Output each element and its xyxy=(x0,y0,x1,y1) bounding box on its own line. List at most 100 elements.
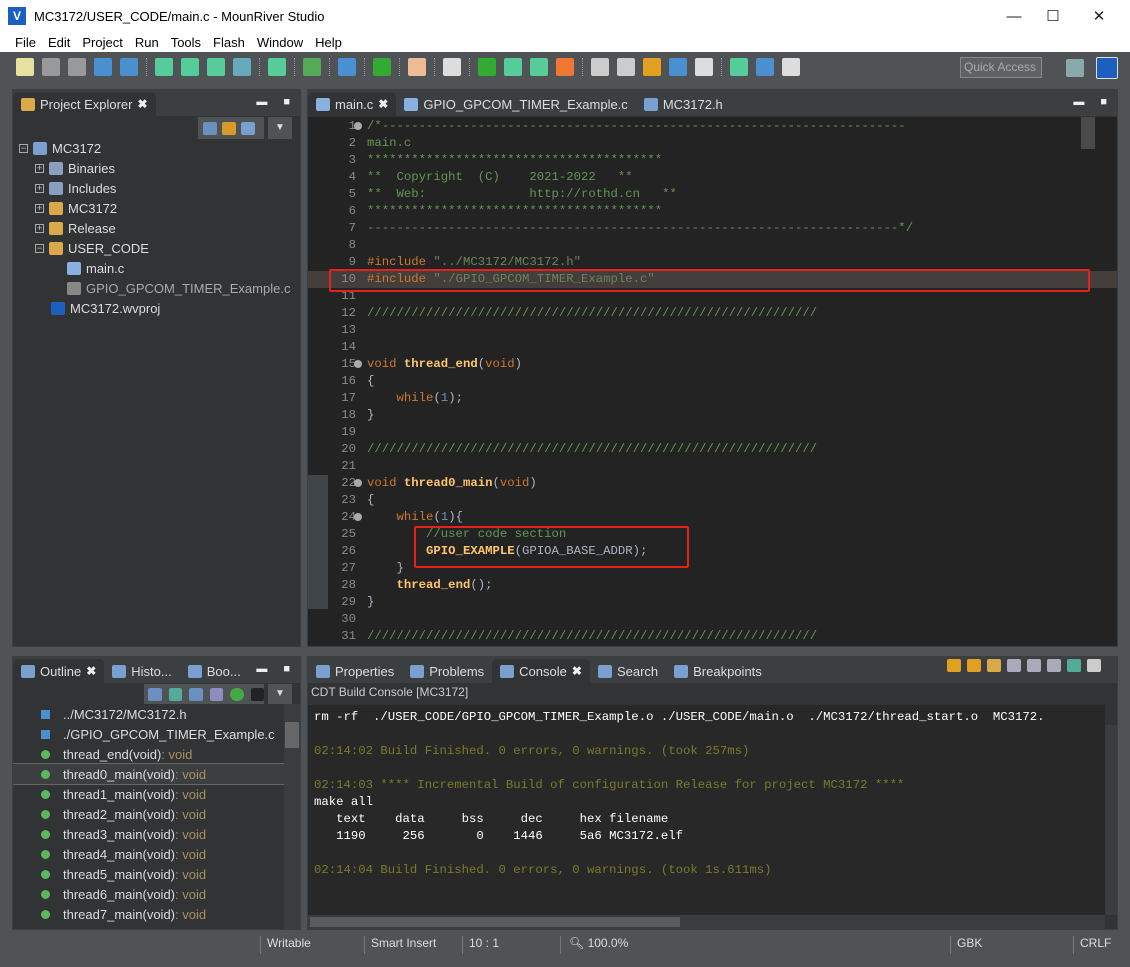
scroll-lock-icon[interactable] xyxy=(987,659,1001,672)
toolbar-button-icon[interactable] xyxy=(443,58,461,76)
tab-gpio-gpcom-timer-example-c[interactable]: GPIO_GPCOM_TIMER_Example.c xyxy=(396,92,635,116)
toolbar-button-icon[interactable] xyxy=(94,58,112,76)
tree-item-user-code[interactable]: − USER_CODE xyxy=(19,238,300,258)
toolbar-button-icon[interactable] xyxy=(478,58,496,76)
tab-console[interactable]: Console ✖ xyxy=(492,659,590,683)
open-console-icon[interactable] xyxy=(1087,659,1101,672)
quick-access-input[interactable]: Quick Access xyxy=(960,57,1042,78)
collapse-icon[interactable]: − xyxy=(19,143,28,153)
toolbar-button-icon[interactable] xyxy=(42,58,60,76)
sort-icon[interactable] xyxy=(168,687,182,701)
outline-item[interactable]: thread_end(void) : void xyxy=(13,744,284,764)
minimize-icon[interactable]: ▬ xyxy=(256,96,267,108)
link-with-editor-icon[interactable] xyxy=(222,121,236,135)
maximize-icon[interactable]: ■ xyxy=(283,96,290,108)
toolbar-button-icon[interactable] xyxy=(16,58,34,76)
tab-boo-[interactable]: Boo... xyxy=(180,659,249,683)
tree-item-mc3172-wvproj[interactable]: MC3172.wvproj xyxy=(19,298,300,318)
close-icon[interactable]: ✖ xyxy=(572,664,582,678)
collapse-all-icon[interactable] xyxy=(203,121,217,135)
tab-project-explorer[interactable]: Project Explorer ✖ xyxy=(13,92,156,116)
expand-icon[interactable]: + xyxy=(35,183,44,193)
tree-item-main-c[interactable]: main.c xyxy=(19,258,300,278)
maximize-icon[interactable]: ■ xyxy=(283,663,290,675)
toolbar-button-icon[interactable] xyxy=(373,58,391,76)
minimize-icon[interactable]: ▬ xyxy=(1073,96,1084,108)
fold-icon[interactable] xyxy=(354,122,362,130)
display-console-icon[interactable] xyxy=(1067,659,1081,672)
tab-properties[interactable]: Properties xyxy=(308,659,402,683)
toolbar-button-icon[interactable] xyxy=(68,58,86,76)
expand-icon[interactable]: + xyxy=(35,163,44,173)
perspective-icon[interactable] xyxy=(1066,59,1084,77)
filter-icon[interactable] xyxy=(241,121,255,135)
outline-item[interactable]: thread5_main(void) : void xyxy=(13,864,284,884)
toolbar-button-icon[interactable] xyxy=(155,58,173,76)
console-v-scrollbar[interactable] xyxy=(1105,725,1117,915)
toolbar-button-icon[interactable] xyxy=(268,58,286,76)
fold-icon[interactable] xyxy=(354,360,362,368)
tab-breakpoints[interactable]: Breakpoints xyxy=(666,659,770,683)
expand-icon[interactable]: + xyxy=(35,223,44,233)
outline-item[interactable]: thread4_main(void) : void xyxy=(13,844,284,864)
hide-macros-icon[interactable] xyxy=(250,687,264,701)
expand-icon[interactable]: + xyxy=(35,203,44,213)
outline-item[interactable]: thread6_main(void) : void xyxy=(13,884,284,904)
toolbar-button-icon[interactable] xyxy=(782,58,800,76)
tree-item-mc3172[interactable]: − MC3172 xyxy=(19,138,300,158)
outline-item[interactable]: thread1_main(void) : void xyxy=(13,784,284,804)
copy-build-log-icon[interactable] xyxy=(1007,659,1021,672)
hide-nonpublic-icon[interactable] xyxy=(230,687,244,701)
mounriver-perspective-icon[interactable] xyxy=(1096,57,1118,79)
outline-item[interactable]: thread2_main(void) : void xyxy=(13,804,284,824)
outline-item[interactable]: thread7_main(void) : void xyxy=(13,904,284,924)
close-icon[interactable]: ✖ xyxy=(86,664,96,678)
tab-outline[interactable]: Outline ✖ xyxy=(13,659,105,683)
toolbar-button-icon[interactable] xyxy=(181,58,199,76)
collapse-icon[interactable]: − xyxy=(35,243,44,253)
toolbar-button-icon[interactable] xyxy=(591,58,609,76)
hide-fields-icon[interactable] xyxy=(189,687,203,701)
outline-item[interactable]: ../MC3172/MC3172.h xyxy=(13,704,284,724)
pin-console-icon[interactable] xyxy=(1047,659,1061,672)
prev-error-icon[interactable] xyxy=(967,659,981,672)
minimize-icon[interactable]: ▬ xyxy=(256,663,267,675)
maximize-button[interactable]: ☐ xyxy=(1030,0,1076,32)
tree-item-binaries[interactable]: + Binaries xyxy=(19,158,300,178)
toolbar-button-icon[interactable] xyxy=(408,58,426,76)
toolbar-button-icon[interactable] xyxy=(617,58,635,76)
view-menu-icon[interactable]: ▼ xyxy=(268,117,292,139)
hide-static-icon[interactable] xyxy=(209,687,223,701)
menu-help[interactable]: Help xyxy=(300,35,348,50)
view-menu-icon[interactable]: ▼ xyxy=(268,684,292,704)
outline-item[interactable]: ./GPIO_GPCOM_TIMER_Example.c xyxy=(13,724,284,744)
outline-item[interactable]: thread3_main(void) : void xyxy=(13,824,284,844)
toolbar-button-icon[interactable] xyxy=(120,58,138,76)
toolbar-button-icon[interactable] xyxy=(338,58,356,76)
maximize-icon[interactable]: ■ xyxy=(1100,96,1107,108)
tab-main-c[interactable]: main.c ✖ xyxy=(308,92,397,116)
tab-search[interactable]: Search xyxy=(590,659,666,683)
toolbar-button-icon[interactable] xyxy=(530,58,548,76)
toolbar-button-icon[interactable] xyxy=(303,58,321,76)
tree-item-gpio-gpcom-timer-example-c[interactable]: GPIO_GPCOM_TIMER_Example.c xyxy=(19,278,300,298)
clear-console-icon[interactable] xyxy=(1027,659,1041,672)
toolbar-button-icon[interactable] xyxy=(504,58,522,76)
toolbar-button-icon[interactable] xyxy=(233,58,251,76)
toolbar-button-icon[interactable] xyxy=(669,58,687,76)
toolbar-button-icon[interactable] xyxy=(207,58,225,76)
toolbar-button-icon[interactable] xyxy=(730,58,748,76)
tab-histo-[interactable]: Histo... xyxy=(104,659,179,683)
fold-icon[interactable] xyxy=(354,513,362,521)
next-error-icon[interactable] xyxy=(947,659,961,672)
close-button[interactable]: ✕ xyxy=(1076,0,1122,32)
close-icon[interactable]: ✖ xyxy=(378,97,388,111)
menu-window[interactable]: Window xyxy=(242,35,309,50)
tree-item-mc3172[interactable]: + MC3172 xyxy=(19,198,300,218)
toolbar-button-icon[interactable] xyxy=(643,58,661,76)
tree-item-includes[interactable]: + Includes xyxy=(19,178,300,198)
tree-item-release[interactable]: + Release xyxy=(19,218,300,238)
tab-mc3172-h[interactable]: MC3172.h xyxy=(636,92,731,116)
toolbar-button-icon[interactable] xyxy=(556,58,574,76)
close-icon[interactable]: ✖ xyxy=(137,97,147,111)
